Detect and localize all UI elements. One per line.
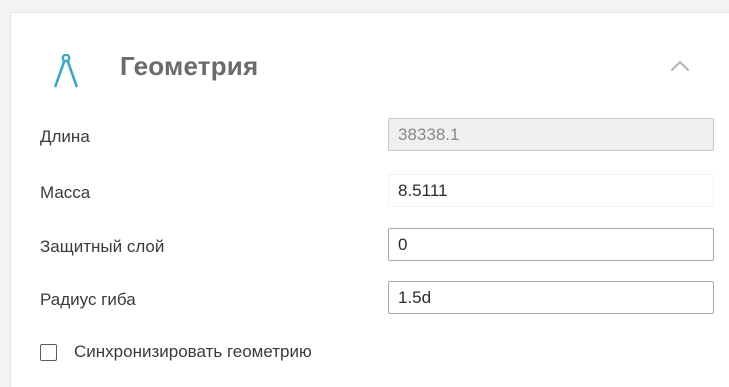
bend-radius-field[interactable]	[388, 281, 714, 314]
mass-row: Масса	[11, 174, 729, 210]
sync-geometry-checkbox[interactable]: Синхронизировать геометрию	[40, 340, 312, 364]
section-header[interactable]: Геометрия	[11, 13, 729, 99]
length-field[interactable]	[388, 118, 714, 151]
length-label: Длина	[40, 127, 90, 146]
bend-radius-label: Радиус гиба	[40, 290, 136, 309]
length-row: Длина	[11, 118, 729, 154]
cover-field[interactable]	[388, 228, 714, 261]
cover-row: Защитный слой	[11, 228, 729, 264]
mass-label: Масса	[40, 183, 91, 202]
sync-geometry-label: Синхронизировать геометрию	[74, 342, 312, 361]
cover-label: Защитный слой	[40, 237, 165, 256]
collapse-button[interactable]	[667, 55, 693, 77]
checkbox-box[interactable]	[40, 343, 57, 361]
geometry-panel: Геометрия Длина Масса Защитный слой Ради…	[10, 12, 729, 387]
chevron-up-icon	[670, 60, 690, 72]
section-title: Геометрия	[120, 51, 259, 81]
bend-radius-row: Радиус гиба	[11, 281, 729, 317]
compass-icon	[54, 54, 78, 88]
mass-field[interactable]	[388, 174, 714, 207]
